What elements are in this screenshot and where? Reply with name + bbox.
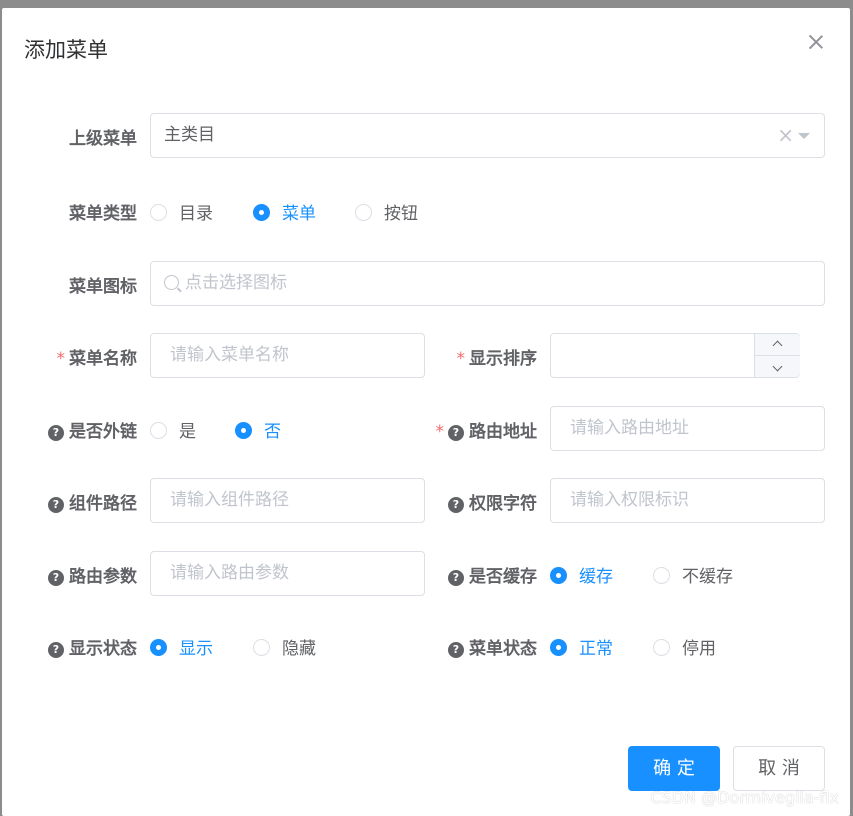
radio-label: 正常: [579, 639, 613, 659]
question-icon[interactable]: ?: [448, 570, 464, 586]
chevron-up-icon: [772, 340, 783, 351]
display-order-input[interactable]: [550, 333, 800, 378]
route-params-placeholder: 请输入路由参数: [170, 563, 289, 583]
required-mark: *: [435, 422, 445, 442]
radio-circle: [653, 567, 670, 584]
clear-icon[interactable]: ×: [777, 114, 794, 157]
external-link-radio-yes[interactable]: 是: [150, 417, 196, 442]
radio-label: 隐藏: [282, 639, 316, 659]
radio-circle: [150, 204, 167, 221]
menu-type-radio-menu[interactable]: 菜单: [253, 199, 316, 224]
menu-type-radio-button[interactable]: 按钮: [355, 199, 418, 224]
parent-menu-value: 主类目: [164, 125, 215, 145]
menu-name-input[interactable]: 请输入菜单名称: [150, 333, 425, 378]
close-icon[interactable]: [808, 34, 824, 50]
status-radio-normal[interactable]: 正常: [550, 634, 613, 659]
route-params-label-text: 路由参数: [69, 567, 137, 587]
route-path-label-text: 路由地址: [469, 422, 537, 442]
display-order-label: * 显示排序: [457, 344, 538, 369]
external-link-radio-no[interactable]: 否: [235, 417, 281, 442]
confirm-button[interactable]: 确 定: [628, 746, 720, 791]
radio-label: 菜单: [282, 204, 316, 224]
status-radio-disabled[interactable]: 停用: [653, 634, 716, 659]
radio-circle: [653, 639, 670, 656]
question-icon[interactable]: ?: [448, 642, 464, 658]
question-icon[interactable]: ?: [48, 497, 64, 513]
required-mark: *: [56, 349, 66, 369]
cache-radio-cache[interactable]: 缓存: [550, 562, 613, 587]
route-path-label: *? 路由地址: [436, 417, 538, 442]
radio-label: 目录: [179, 204, 213, 224]
cancel-button[interactable]: 取 消: [733, 746, 825, 791]
component-path-placeholder: 请输入组件路径: [170, 490, 289, 510]
menu-type-label: 菜单类型: [69, 199, 137, 224]
radio-circle: [150, 422, 167, 439]
status-label: ? 菜单状态: [448, 634, 537, 659]
radio-circle: [235, 422, 252, 439]
radio-circle: [550, 639, 567, 656]
external-link-label-text: 是否外链: [69, 422, 137, 442]
cache-radio-nocache[interactable]: 不缓存: [653, 562, 733, 587]
watermark: CSDN @Dormiveglia-flx: [650, 788, 839, 807]
permission-label: ? 权限字符: [448, 489, 537, 514]
increase-button[interactable]: [755, 334, 800, 356]
parent-menu-label-text: 上级菜单: [69, 129, 137, 149]
question-icon[interactable]: ?: [48, 570, 64, 586]
menu-type-label-text: 菜单类型: [69, 204, 137, 224]
radio-circle: [550, 567, 567, 584]
radio-label: 否: [264, 422, 281, 442]
component-path-label: ? 组件路径: [48, 489, 137, 514]
radio-label: 是: [179, 422, 196, 442]
radio-label: 停用: [682, 639, 716, 659]
permission-placeholder: 请输入权限标识: [570, 490, 689, 510]
visible-radio-hide[interactable]: 隐藏: [253, 634, 316, 659]
question-icon[interactable]: ?: [48, 642, 64, 658]
chevron-down-icon: [772, 361, 783, 371]
radio-circle: [150, 639, 167, 656]
cache-label: ? 是否缓存: [448, 562, 537, 587]
visible-radio-show[interactable]: 显示: [150, 634, 213, 659]
question-icon[interactable]: ?: [48, 425, 64, 441]
display-order-label-text: 显示排序: [469, 349, 537, 369]
dialog-title: 添加菜单: [24, 38, 108, 62]
external-link-label: ? 是否外链: [48, 417, 137, 442]
route-path-input[interactable]: 请输入路由地址: [550, 406, 825, 451]
question-icon[interactable]: ?: [448, 497, 464, 513]
search-icon: [164, 275, 179, 290]
menu-icon-label-text: 菜单图标: [69, 277, 137, 297]
permission-label-text: 权限字符: [469, 494, 537, 514]
menu-icon-placeholder: 点击选择图标: [185, 273, 287, 293]
radio-circle: [253, 204, 270, 221]
caret-down-icon[interactable]: [798, 133, 810, 139]
menu-name-label: * 菜单名称: [57, 344, 138, 369]
component-path-label-text: 组件路径: [69, 494, 137, 514]
decrease-button[interactable]: [755, 356, 800, 378]
visible-label: ? 显示状态: [48, 634, 137, 659]
radio-label: 显示: [179, 639, 213, 659]
parent-menu-label: 上级菜单: [69, 124, 137, 149]
status-label-text: 菜单状态: [469, 639, 537, 659]
required-mark: *: [456, 349, 466, 369]
menu-type-radio-directory[interactable]: 目录: [150, 199, 213, 224]
menu-icon-input[interactable]: 点击选择图标: [150, 261, 825, 306]
menu-name-placeholder: 请输入菜单名称: [170, 345, 289, 365]
radio-label: 不缓存: [682, 567, 733, 587]
question-icon[interactable]: ?: [448, 425, 464, 441]
visible-label-text: 显示状态: [69, 639, 137, 659]
radio-circle: [253, 639, 270, 656]
radio-circle: [355, 204, 372, 221]
route-path-placeholder: 请输入路由地址: [570, 418, 689, 438]
component-path-input[interactable]: 请输入组件路径: [150, 478, 425, 523]
radio-label: 缓存: [579, 567, 613, 587]
order-spinner: [754, 334, 800, 377]
parent-menu-select[interactable]: 主类目 ×: [150, 113, 825, 158]
menu-name-label-text: 菜单名称: [69, 349, 137, 369]
add-menu-dialog: 添加菜单 上级菜单 主类目 × 菜单类型 目录 菜单 按钮 菜单图标 点击选择图…: [2, 8, 850, 816]
route-params-input[interactable]: 请输入路由参数: [150, 551, 425, 596]
radio-label: 按钮: [384, 204, 418, 224]
menu-icon-label: 菜单图标: [69, 272, 137, 297]
cache-label-text: 是否缓存: [469, 567, 537, 587]
permission-input[interactable]: 请输入权限标识: [550, 478, 825, 523]
route-params-label: ? 路由参数: [48, 562, 137, 587]
